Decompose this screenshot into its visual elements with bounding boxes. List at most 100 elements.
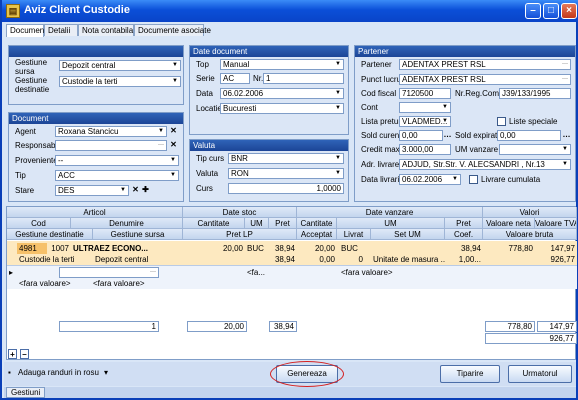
close-button[interactable]: × [561,3,577,19]
table-row[interactable]: 4981 1007 ULTRAEZ ECONO... 20,00 BUC 38,… [7,241,577,265]
maximize-button[interactable]: □ [543,3,559,19]
cont-select[interactable]: ▼ [399,102,451,113]
col-header-cod[interactable]: Cod [7,218,71,229]
nr-reg-com-field[interactable]: J39/133/1995 [499,88,571,99]
chevron-down-icon[interactable]: ▼ [156,127,166,136]
col-header-pret-lp[interactable]: Pret LP [183,229,297,240]
filter-gestiune-sursa[interactable]: <fara valoare> [93,278,165,289]
filter-denumire-field[interactable]: ··· [59,267,159,278]
data-livrarii-field[interactable]: 06.02.2006 ▼ [399,174,461,185]
filter-um-v[interactable]: <fara valoare> [341,267,401,278]
chevron-down-icon[interactable]: ▼ [560,145,570,154]
chevron-down-icon[interactable]: ▼ [118,186,128,195]
urmatorul-button[interactable]: Urmatorul [508,365,572,383]
tab-documente-asociate[interactable]: Documente asociate [134,24,211,36]
data-value: 06.02.2006 [223,89,264,98]
ellipsis-icon[interactable]: ··· [560,60,570,69]
valuta-panel: Valuta Tip curs BNR ▼ Valuta RON ▼ Curs 1,… [189,139,349,202]
tiparire-button[interactable]: Tiparire [440,365,500,383]
chevron-down-icon[interactable]: ▼ [170,61,180,70]
add-stare-icon[interactable]: ✚ [141,185,150,195]
chevron-down-icon[interactable]: ▼ [333,89,343,98]
tab-nota-contabila[interactable]: Nota contabila [78,24,134,36]
remove-row-icon[interactable]: – [20,349,29,359]
add-row-icon[interactable]: + [8,349,17,359]
sold-curent-field[interactable]: 0,00 [399,130,443,141]
gestiune-sursa-select[interactable]: Depozit central ▼ [59,60,181,71]
bullet-icon: ▪ [8,368,11,377]
cod-fiscal-field[interactable]: 7120500 [399,88,451,99]
responsabil-field[interactable]: ··· [55,140,167,151]
col-header-um[interactable]: UM [245,218,269,229]
col-header-livrat[interactable]: Livrat [337,229,371,240]
col-header-um-v[interactable]: UM [337,218,445,229]
ellipsis-icon[interactable]: ··· [560,75,570,84]
agent-select[interactable]: Roxana Stancicu ▼ [55,126,167,137]
document-panel: Document Agent Roxana Stancicu ▼ ✕ Respon… [8,112,184,202]
nr-field[interactable]: 1 [263,73,344,84]
chevron-down-icon[interactable]: ▼ [333,104,343,113]
locatie-select[interactable]: Bucuresti ▼ [220,103,344,114]
chevron-down-icon[interactable]: ▾ [104,368,108,377]
col-header-acceptat[interactable]: Acceptat [297,229,337,240]
tip-curs-select[interactable]: BNR ▼ [228,153,344,164]
ellipsis-icon[interactable]: ··· [148,268,158,277]
tab-detalii[interactable]: Detalii [44,24,78,36]
chevron-down-icon[interactable]: ▼ [440,103,450,112]
col-header-gestiune-sursa[interactable]: Gestiune sursa [93,229,183,240]
chevron-down-icon[interactable]: ▼ [560,160,570,169]
valuta-select[interactable]: RON ▼ [228,168,344,179]
credit-maxim-field[interactable]: 3.000,00 [399,144,451,155]
gestiuni-tab[interactable]: Gestiuni [6,387,46,398]
tab-document[interactable]: Document [6,24,46,37]
stare-select[interactable]: DES ▼ [55,185,129,196]
partener-field[interactable]: ADENTAX PREST RSL ··· [399,59,571,70]
ellipsis-icon[interactable]: … [443,130,452,140]
row-cod: 1007 [51,244,69,253]
col-header-valoare-tva[interactable]: Valoare TVA [535,218,577,229]
punct-lucru-field[interactable]: ADENTAX PREST RSL ··· [399,74,571,85]
add-rows-label[interactable]: Adauga randuri in rosu [18,368,99,377]
filter-gestiune-destinatie[interactable]: <fara valoare> [19,278,91,289]
chevron-down-icon[interactable]: ▼ [333,169,343,178]
sold-expirat-field[interactable]: 0,00 [497,130,561,141]
liste-speciale-checkbox[interactable] [497,117,506,126]
top-select[interactable]: Manual ▼ [220,59,344,70]
chevron-down-icon[interactable]: ▼ [333,154,343,163]
filter-um[interactable]: <fa... [247,267,271,278]
chevron-down-icon[interactable]: ▼ [440,117,450,126]
ellipsis-icon[interactable]: ··· [156,141,166,150]
col-header-coef[interactable]: Coef. [445,229,483,240]
col-header-set-um[interactable]: Set UM [371,229,445,240]
minimize-button[interactable]: – [525,3,541,19]
col-header-pret-v[interactable]: Pret [445,218,483,229]
col-header-cantitate[interactable]: Cantitate [183,218,245,229]
items-grid: Articol Date stoc Date vanzare Valori Co… [6,206,577,360]
chevron-down-icon[interactable]: ▼ [168,156,178,165]
curs-field[interactable]: 1,0000 [228,183,344,194]
chevron-down-icon[interactable]: ▼ [450,175,460,184]
clear-responsabil-icon[interactable]: ✕ [169,140,178,150]
col-header-gestiune-destinatie[interactable]: Gestiune destinatie [7,229,93,240]
col-header-denumire[interactable]: Denumire [71,218,183,229]
adr-livrare-select[interactable]: ADJUD, Str.Str. V. ALECSANDRI , Nr.13 ▼ [399,159,571,170]
livrare-cumulata-checkbox[interactable] [469,175,478,184]
tip-select[interactable]: ACC ▼ [55,170,179,181]
um-vanzare-select[interactable]: ▼ [499,144,571,155]
proveniente-select[interactable]: -- ▼ [55,155,179,166]
col-header-valoare-bruta[interactable]: Valoare bruta [483,229,577,240]
col-header-cantitate-v[interactable]: Cantitate [297,218,337,229]
col-header-valoare-neta[interactable]: Valoare neta [483,218,535,229]
data-field[interactable]: 06.02.2006 ▼ [220,88,344,99]
row-cantitate: 20,00 [222,244,243,253]
lista-preturi-select[interactable]: VLADMED... ▼ [399,116,451,127]
chevron-down-icon[interactable]: ▼ [170,77,180,86]
gestiune-destinatie-select[interactable]: Custodie la terti ▼ [59,76,181,87]
clear-agent-icon[interactable]: ✕ [169,126,178,136]
col-header-pret[interactable]: Pret [269,218,297,229]
chevron-down-icon[interactable]: ▼ [168,171,178,180]
clear-stare-icon[interactable]: ✕ [131,185,140,195]
ellipsis-icon[interactable]: … [562,130,571,140]
serie-field[interactable]: AC [220,73,250,84]
chevron-down-icon[interactable]: ▼ [333,60,343,69]
